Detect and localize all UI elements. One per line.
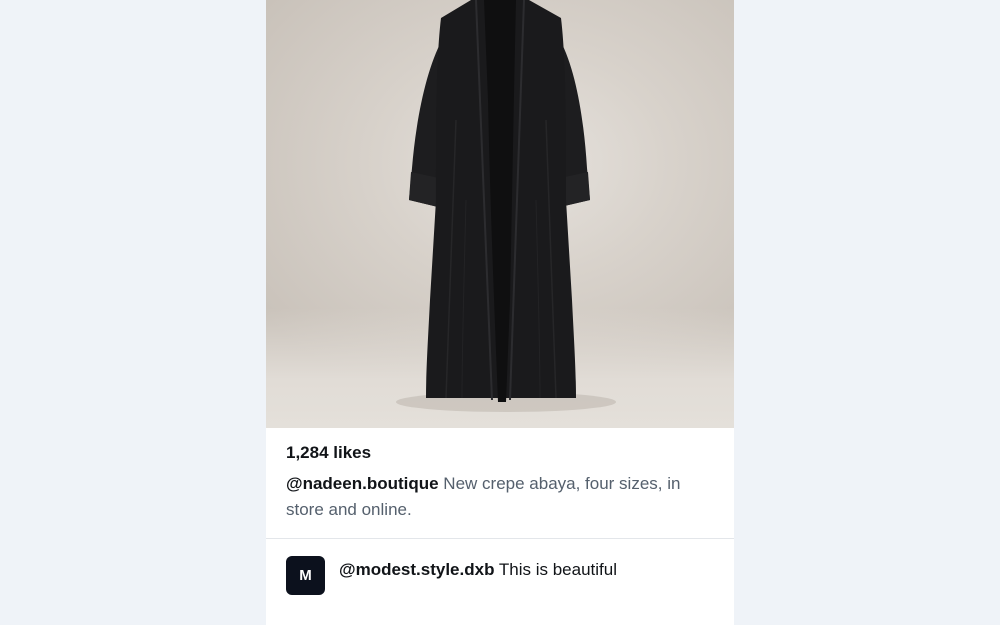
caption-author-handle[interactable]: @nadeen.boutique xyxy=(286,474,439,493)
post-meta: 1,284 likes @nadeen.boutique New crepe a… xyxy=(266,428,734,523)
comment-author-handle[interactable]: @modest.style.dxb xyxy=(339,560,494,579)
commenter-avatar[interactable]: M xyxy=(286,556,325,595)
comment-item: M @modest.style.dxb This is beautiful xyxy=(286,556,716,595)
post-card: 1,284 likes @nadeen.boutique New crepe a… xyxy=(266,0,734,625)
comments-divider xyxy=(266,538,734,539)
comment-text: This is beautiful xyxy=(494,560,617,579)
post-caption: @nadeen.boutique New crepe abaya, four s… xyxy=(286,471,714,523)
post-image[interactable] xyxy=(266,0,734,428)
abaya-illustration xyxy=(396,0,616,412)
comment-body: @modest.style.dxb This is beautiful xyxy=(339,559,617,581)
likes-count[interactable]: 1,284 likes xyxy=(286,442,714,464)
